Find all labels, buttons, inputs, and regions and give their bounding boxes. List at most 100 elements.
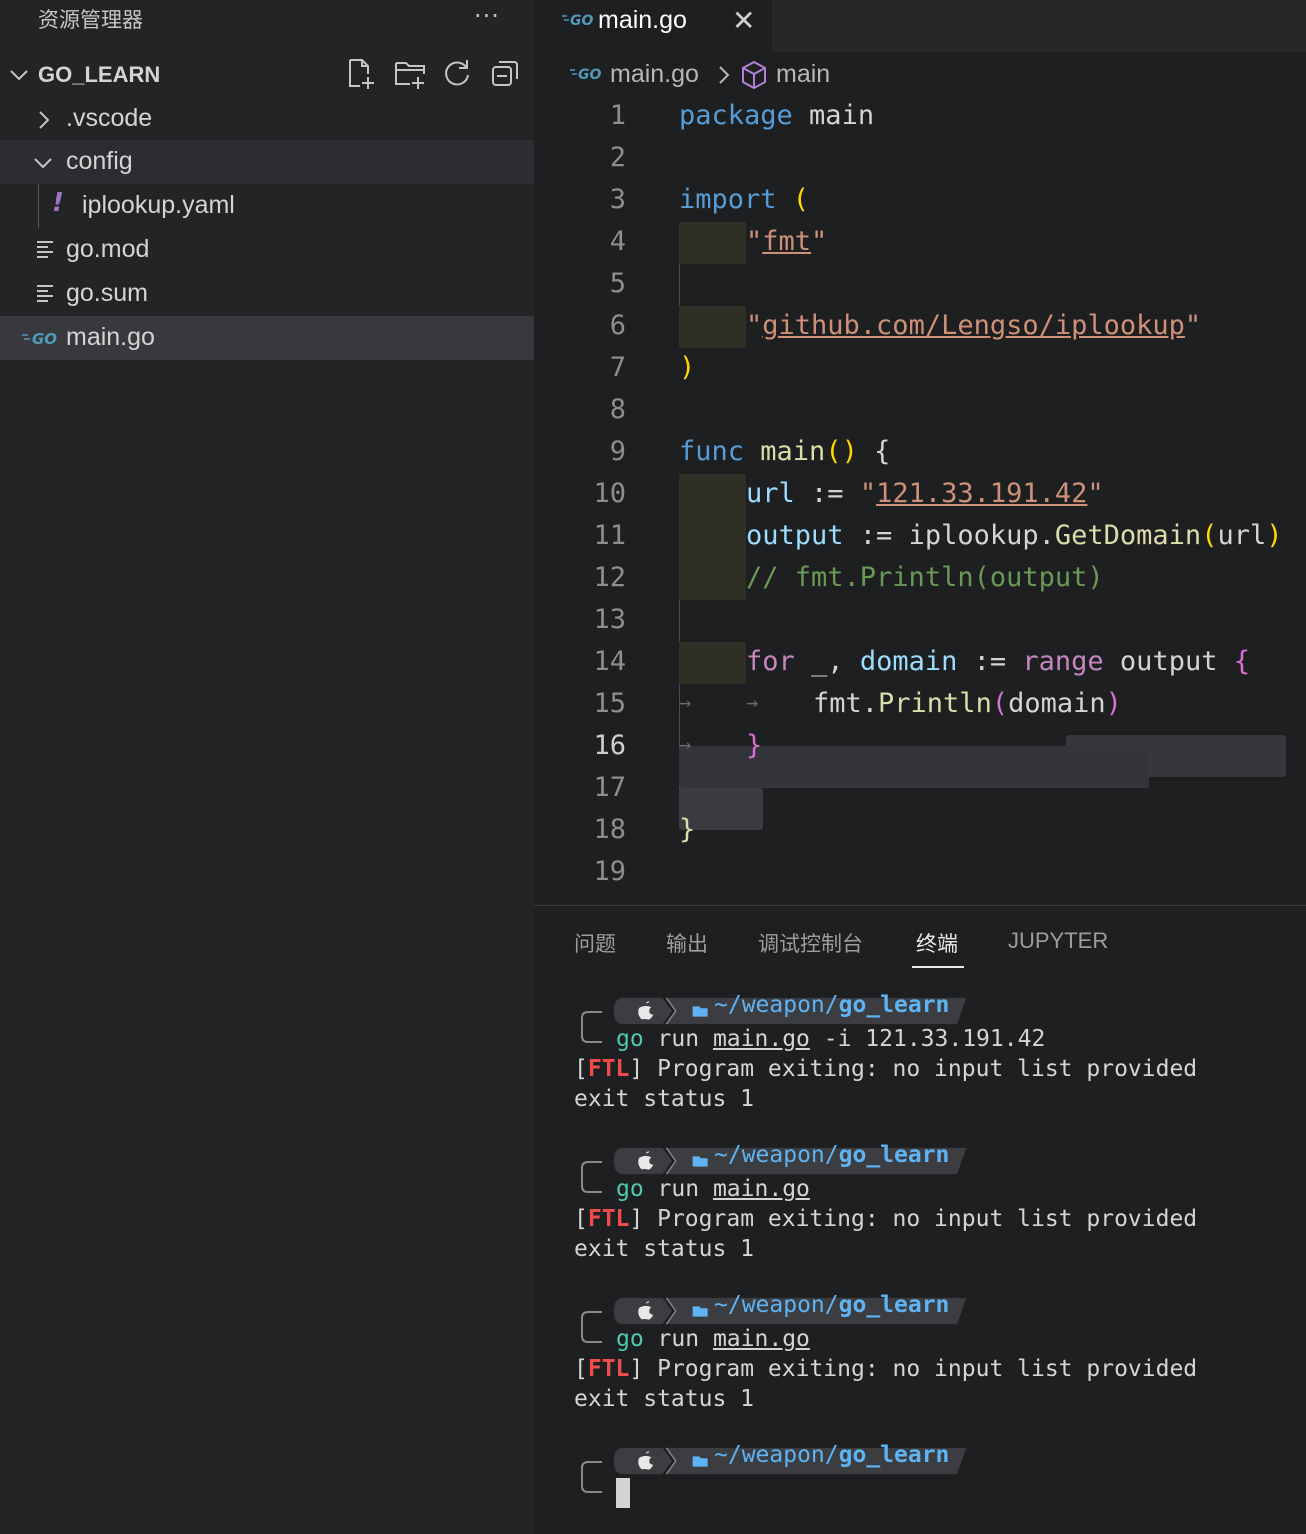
workspace-folder-name: GO_LEARN: [38, 62, 161, 87]
tab-output[interactable]: 输出: [666, 928, 708, 958]
code-line-19: 19: [534, 852, 1306, 894]
code-line-11: 11 output := iplookup.GetDomain(url): [534, 516, 1306, 558]
explorer-actions: [346, 58, 518, 89]
tree-item-main-go[interactable]: GO main.go: [0, 316, 534, 360]
new-file-icon[interactable]: [346, 58, 374, 89]
indent-highlight: [679, 474, 746, 516]
code-line-1: 1 package main: [534, 96, 1306, 138]
tree-item-iplookup-yaml[interactable]: ! iplookup.yaml: [0, 184, 534, 228]
code-line-12: 12 // fmt.Println(output): [534, 558, 1306, 600]
breadcrumb-symbol[interactable]: main: [776, 60, 830, 89]
text-file-icon: [37, 241, 53, 258]
code-line-4: 4 "fmt": [534, 222, 1306, 264]
code-line-9: 9 func main() {: [534, 432, 1306, 474]
prompt-path-dir: go_learn: [838, 992, 950, 1018]
line-number: 5: [609, 268, 626, 299]
tab-arrow: →: [679, 732, 692, 756]
code-area[interactable]: 1 package main 2 3 import ( 4 "fmt" 5 6 …: [534, 96, 1306, 894]
close-icon[interactable]: ✕: [732, 4, 755, 37]
go-file-icon: GO: [570, 67, 601, 80]
tab-arrow: →: [746, 690, 759, 714]
line-number: 6: [609, 310, 626, 341]
terminal-error: [FTL] Program exiting: no input list pro…: [574, 1356, 1198, 1382]
code-line-7: 7 ): [534, 348, 1306, 390]
tab-terminal[interactable]: 终端: [916, 928, 958, 958]
terminal-exit-status: exit status 1: [574, 1386, 755, 1412]
prompt-path-prefix: ~/weapon/: [714, 1292, 839, 1318]
tree-item-go-mod[interactable]: go.mod: [0, 228, 534, 272]
breadcrumb: GO main.go main: [534, 56, 1306, 96]
code-line-5: 5: [534, 264, 1306, 306]
line-number: 10: [593, 478, 626, 509]
prompt-bracket: [581, 1161, 602, 1193]
indent-highlight: [679, 516, 746, 558]
prompt-bracket: [581, 1461, 602, 1493]
breadcrumb-file[interactable]: main.go: [610, 60, 699, 89]
tree-item-go-sum[interactable]: go.sum: [0, 272, 534, 316]
tab-label: main.go: [598, 6, 687, 34]
code-line-16: 16 → }: [534, 726, 1306, 830]
tab-debug-console[interactable]: 调试控制台: [758, 928, 863, 958]
line-number: 17: [593, 772, 626, 803]
code-line-10: 10 url := "121.33.191.42": [534, 474, 1306, 516]
collapse-all-icon[interactable]: [490, 58, 518, 88]
tree-item-label: main.go: [66, 323, 155, 351]
prompt-path-dir: go_learn: [838, 1442, 950, 1468]
yaml-file-icon: !: [52, 188, 64, 218]
code-line-3: 3 import (: [534, 180, 1306, 222]
indent-highlight: [679, 222, 746, 264]
tab-main-go[interactable]: GO main.go ✕: [534, 0, 772, 52]
prompt-bracket: [581, 1311, 602, 1343]
code-line-17: 17: [534, 768, 1306, 810]
tab-arrow: →: [679, 690, 692, 714]
bottom-panel: 问题 输出 调试控制台 终端 JUPYTER ~/weapon/go_learn…: [534, 905, 1306, 1534]
code-line-13: 13: [534, 600, 1306, 642]
tree-item-label: .vscode: [66, 104, 153, 132]
code-line-15: 15 → → fmt.Println(domain): [534, 684, 1306, 788]
code-line-6: 6 "github.com/Lengso/iplookup": [534, 306, 1306, 348]
tab-problems[interactable]: 问题: [574, 928, 616, 958]
line-number: 14: [593, 646, 626, 677]
line-number: 16: [593, 730, 626, 761]
tree-item-label: go.mod: [66, 235, 150, 263]
code-line-2: 2: [534, 138, 1306, 180]
line-number: 8: [609, 394, 626, 425]
line-number: 11: [593, 520, 626, 551]
code-line-18: 18 }: [534, 810, 1306, 852]
tree-item-label: go.sum: [66, 279, 148, 307]
code-editor: GO main.go ✕ GO main.go main 1 package m…: [534, 0, 1306, 905]
go-file-icon: GO: [562, 13, 593, 26]
new-folder-icon[interactable]: [394, 58, 425, 89]
tab-jupyter[interactable]: JUPYTER: [1008, 928, 1108, 954]
line-number: 2: [609, 142, 626, 173]
line-number: 18: [593, 814, 626, 845]
indent-highlight: [679, 642, 746, 684]
refresh-icon[interactable]: [442, 58, 470, 88]
terminal-command: go run main.go: [616, 1326, 810, 1352]
more-actions-icon[interactable]: ···: [474, 2, 500, 30]
prompt-bracket: [581, 1011, 602, 1043]
line-number: 19: [593, 856, 626, 887]
tree-item-label: config: [66, 147, 133, 175]
tree-item-label: iplookup.yaml: [82, 191, 235, 219]
line-number: 12: [593, 562, 626, 593]
explorer-sidebar: 资源管理器 ··· GO_LEARN .vscode config ! iplo…: [0, 0, 534, 1534]
chevron-right-icon: [39, 111, 50, 129]
prompt-path-dir: go_learn: [838, 1142, 950, 1168]
svg-text:GO: GO: [578, 67, 601, 80]
terminal-error: [FTL] Program exiting: no input list pro…: [574, 1206, 1198, 1232]
terminal-command: go run main.go: [616, 1176, 810, 1202]
line-number: 3: [609, 184, 626, 215]
line-number: 4: [609, 226, 626, 257]
terminal-current-prompt: ~/weapon/go_learn: [534, 1442, 1306, 1526]
line-number: 15: [593, 688, 626, 719]
chevron-right-icon: [719, 66, 730, 84]
explorer-title: 资源管理器: [38, 8, 143, 32]
terminal-cursor: [616, 1478, 630, 1508]
tree-item-vscode[interactable]: .vscode: [0, 97, 534, 141]
prompt-path-dir: go_learn: [838, 1292, 950, 1318]
terminal-exit-status: exit status 1: [574, 1086, 755, 1112]
tree-item-config[interactable]: config: [0, 140, 534, 184]
go-file-icon: GO: [22, 330, 57, 346]
text-file-icon: [37, 285, 53, 302]
